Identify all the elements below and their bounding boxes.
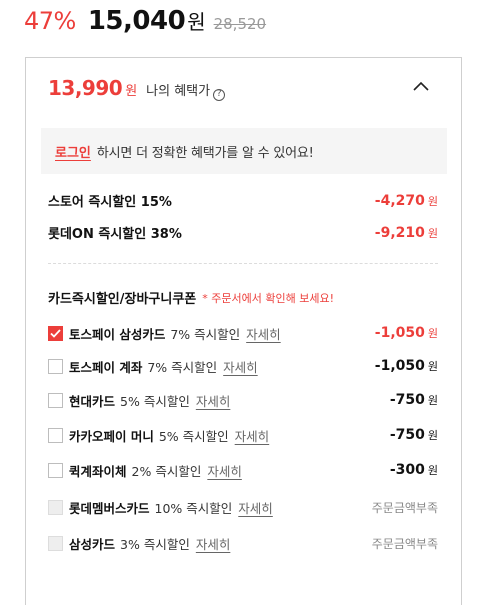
card-detail-link[interactable]: 자세히 xyxy=(246,324,281,343)
card-discount-row: 카카오페이 머니 5% 즉시할인 자세히 -750 원 xyxy=(48,424,438,446)
collapse-button[interactable] xyxy=(411,78,431,92)
section-divider xyxy=(48,263,438,264)
card-discount-amount: -750 원 xyxy=(389,427,438,443)
card-name: 퀵계좌이체 xyxy=(69,463,127,479)
card-detail-link[interactable]: 자세히 xyxy=(235,426,270,445)
card-name: 롯데멤버스카드 xyxy=(69,500,150,516)
card-discount-row: 삼성카드 3% 즉시할인 자세히 주문금액부족 xyxy=(48,532,438,554)
card-name: 삼성카드 xyxy=(69,536,116,552)
card-name: 현대카드 xyxy=(69,393,116,409)
card-discount-row: 현대카드 5% 즉시할인 자세히 -750 원 xyxy=(48,389,438,411)
card-discount-option: 현대카드 5% 즉시할인 자세히 xyxy=(48,391,230,410)
card-discount-rate: 5% 즉시할인 xyxy=(120,393,190,409)
card-discount-rate: 5% 즉시할인 xyxy=(158,428,229,444)
card-detail-link[interactable]: 자세히 xyxy=(196,534,231,553)
card-discount-row: 퀵계좌이체 2% 즉시할인 자세히 -300 원 xyxy=(48,459,438,481)
card-discount-option: 퀵계좌이체 2% 즉시할인 자세히 xyxy=(48,461,242,480)
instant-discount-row: 스토어 즉시할인 15% -4,270 원 xyxy=(48,191,438,211)
price-summary: 47% 15,040 원 28,520 xyxy=(24,6,266,40)
sale-price-unit: 원 xyxy=(187,10,206,34)
card-discount-row: 토스페이 삼성카드 7% 즉시할인 자세히 -1,050 원 xyxy=(48,322,438,344)
card-discount-rate: 3% 즉시할인 xyxy=(120,536,190,552)
card-checkbox[interactable] xyxy=(48,392,63,408)
original-price: 28,520 xyxy=(213,15,267,33)
card-discount-rate: 7% 즉시할인 xyxy=(147,359,218,375)
card-discount-option: 롯데멤버스카드 10% 즉시할인 자세히 xyxy=(48,498,273,517)
card-detail-link[interactable]: 자세히 xyxy=(196,391,231,410)
card-discount-option: 토스페이 삼성카드 7% 즉시할인 자세히 xyxy=(48,324,281,343)
card-section-heading: 카드즉시할인/장바구니쿠폰 xyxy=(48,292,197,307)
benefit-price-header: 13,990 원 나의 혜택가 ? xyxy=(48,76,226,101)
card-discount-amount: -1,050 원 xyxy=(374,325,438,341)
instant-discount-row: 롯데ON 즉시할인 38% -9,210 원 xyxy=(48,223,438,243)
card-discount-option: 토스페이 계좌 7% 즉시할인 자세히 xyxy=(48,357,258,376)
card-section-note: * 주문서에서 확인해 보세요! xyxy=(202,291,334,305)
instant-discount-amount: -4,270 원 xyxy=(374,192,438,209)
card-discount-rate: 7% 즉시할인 xyxy=(170,326,241,342)
benefit-panel: 13,990 원 나의 혜택가 ? 로그인 하시면 더 정확한 혜택가를 알 수… xyxy=(25,57,462,605)
card-checkbox[interactable] xyxy=(48,427,63,443)
card-discount-rate: 2% 즉시할인 xyxy=(131,463,202,479)
check-icon xyxy=(50,328,61,338)
card-checkbox xyxy=(48,499,63,515)
question-circle-icon[interactable]: ? xyxy=(213,88,226,101)
card-detail-link[interactable]: 자세히 xyxy=(238,498,273,517)
card-checkbox[interactable] xyxy=(48,462,63,478)
card-section-title: 카드즉시할인/장바구니쿠폰 * 주문서에서 확인해 보세요! xyxy=(48,288,334,308)
benefit-price: 13,990 xyxy=(48,76,123,100)
instant-discount-label: 스토어 즉시할인 15% xyxy=(48,195,172,210)
card-discount-option: 카카오페이 머니 5% 즉시할인 자세히 xyxy=(48,426,269,445)
card-status: 주문금액부족 xyxy=(371,536,438,551)
benefit-label: 나의 혜택가 xyxy=(146,84,211,99)
card-checkbox xyxy=(48,535,63,551)
card-discount-amount: -750 원 xyxy=(389,392,438,408)
card-discount-amount: -1,050 원 xyxy=(374,358,438,374)
card-discount-rate: 10% 즉시할인 xyxy=(154,500,233,516)
card-status: 주문금액부족 xyxy=(371,500,438,515)
card-discount-option: 삼성카드 3% 즉시할인 자세히 xyxy=(48,534,230,553)
instant-discount-amount: -9,210 원 xyxy=(374,224,438,241)
card-discount-row: 롯데멤버스카드 10% 즉시할인 자세히 주문금액부족 xyxy=(48,496,438,518)
card-checkbox[interactable] xyxy=(48,358,63,374)
card-checkbox[interactable] xyxy=(48,325,63,341)
login-notice: 로그인 하시면 더 정확한 혜택가를 알 수 있어요! xyxy=(41,128,447,174)
card-name: 토스페이 계좌 xyxy=(69,359,143,375)
chevron-up-icon xyxy=(413,81,429,91)
card-detail-link[interactable]: 자세히 xyxy=(223,357,258,376)
discount-rate: 47% xyxy=(24,7,76,35)
card-discount-row: 토스페이 계좌 7% 즉시할인 자세히 -1,050 원 xyxy=(48,355,438,377)
card-name: 카카오페이 머니 xyxy=(69,428,154,444)
card-name: 토스페이 삼성카드 xyxy=(69,326,166,342)
instant-discount-label: 롯데ON 즉시할인 38% xyxy=(48,227,182,242)
login-notice-text: 하시면 더 정확한 혜택가를 알 수 있어요! xyxy=(96,145,314,161)
login-link[interactable]: 로그인 xyxy=(55,142,91,161)
card-discount-amount: -300 원 xyxy=(389,462,438,478)
card-detail-link[interactable]: 자세히 xyxy=(207,461,242,480)
benefit-price-unit: 원 xyxy=(125,84,138,99)
sale-price: 15,040 xyxy=(87,6,186,36)
